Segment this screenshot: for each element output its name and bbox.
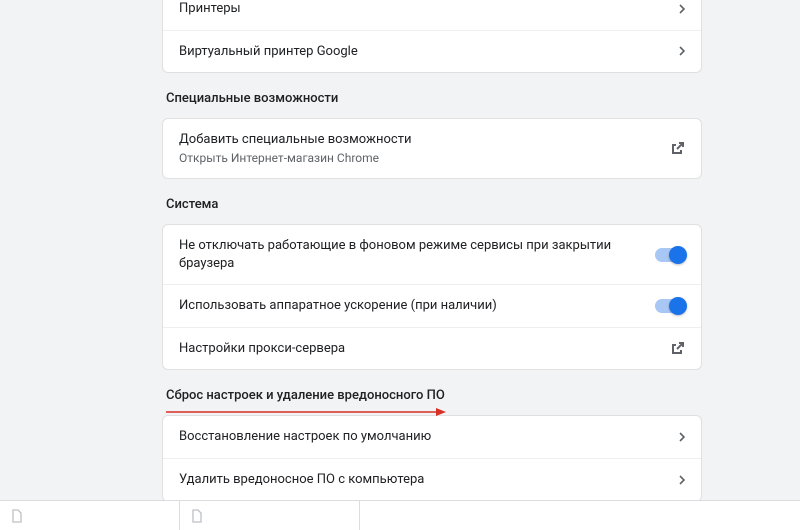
toggle-on-icon xyxy=(655,299,685,313)
row-hw-accel[interactable]: Использовать аппаратное ускорение (при н… xyxy=(163,284,701,327)
hw-accel-label: Использовать аппаратное ускорение (при н… xyxy=(179,297,655,315)
settings-content: Принтеры Виртуальный принтер Google Спец… xyxy=(162,0,702,502)
row-bg-apps[interactable]: Не отключать работающие в фоновом режиме… xyxy=(163,225,701,284)
browser-tab[interactable] xyxy=(0,501,180,530)
row-add-accessibility[interactable]: Добавить специальные возможности Открыть… xyxy=(163,119,701,178)
chevron-right-icon xyxy=(679,4,685,14)
add-accessibility-sub: Открыть Интернет-магазин Chrome xyxy=(179,151,669,167)
row-restore-defaults[interactable]: Восстановление настроек по умолчанию xyxy=(163,416,701,458)
browser-tab-strip xyxy=(0,500,800,530)
system-card: Не отключать работающие в фоновом режиме… xyxy=(162,224,702,370)
open-external-icon xyxy=(669,141,685,157)
browser-tab[interactable] xyxy=(180,501,360,530)
restore-defaults-label: Восстановление настроек по умолчанию xyxy=(179,428,679,446)
section-title-system: Система xyxy=(162,179,702,224)
file-icon xyxy=(190,509,204,523)
open-external-icon xyxy=(669,341,685,357)
file-icon xyxy=(10,509,24,523)
chevron-right-icon xyxy=(679,432,685,442)
row-cloud-print[interactable]: Виртуальный принтер Google xyxy=(163,30,701,73)
chevron-right-icon xyxy=(679,46,685,56)
chevron-right-icon xyxy=(679,475,685,485)
cloud-print-label: Виртуальный принтер Google xyxy=(179,43,679,61)
reset-card: Восстановление настроек по умолчанию Уда… xyxy=(162,415,702,501)
add-accessibility-label: Добавить специальные возможности xyxy=(179,131,669,149)
toggle-on-icon xyxy=(655,248,685,262)
hw-accel-toggle[interactable] xyxy=(655,299,685,313)
row-printers[interactable]: Принтеры xyxy=(163,0,701,30)
bg-apps-toggle[interactable] xyxy=(655,248,685,262)
row-cleanup[interactable]: Удалить вредоносное ПО с компьютера xyxy=(163,458,701,501)
bg-apps-label: Не отключать работающие в фоновом режиме… xyxy=(179,237,655,272)
section-title-accessibility: Специальные возможности xyxy=(162,73,702,118)
cleanup-label: Удалить вредоносное ПО с компьютера xyxy=(179,471,679,489)
section-title-reset: Сброс настроек и удаление вредоносного П… xyxy=(162,370,702,415)
row-proxy[interactable]: Настройки прокси-сервера xyxy=(163,327,701,370)
printing-card: Принтеры Виртуальный принтер Google xyxy=(162,0,702,73)
proxy-label: Настройки прокси-сервера xyxy=(179,340,669,358)
printers-label: Принтеры xyxy=(179,0,679,18)
reset-title-text: Сброс настроек и удаление вредоносного П… xyxy=(166,388,445,403)
accessibility-card: Добавить специальные возможности Открыть… xyxy=(162,118,702,179)
